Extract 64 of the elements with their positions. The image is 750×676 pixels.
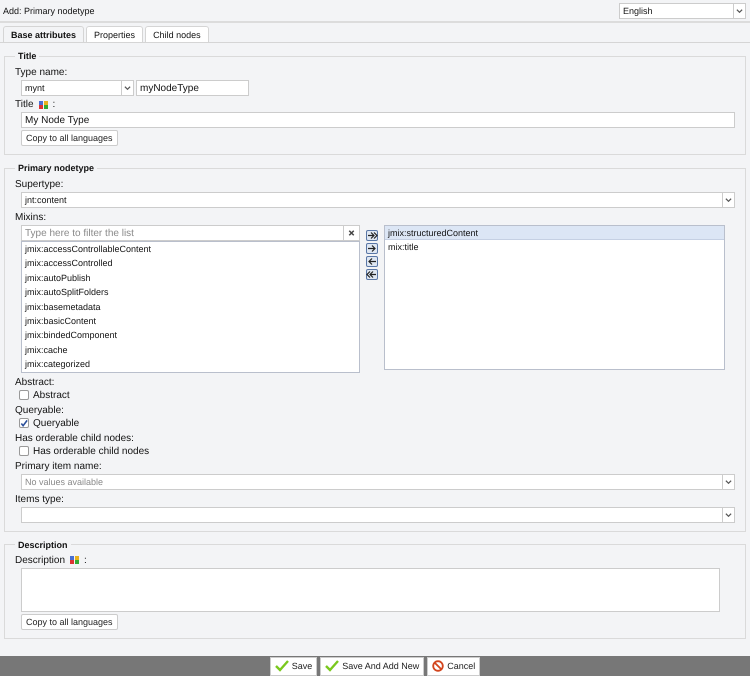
checkbox-label: Queryable xyxy=(33,418,80,429)
type-name-field[interactable]: myNodeType xyxy=(136,80,249,96)
prohibited-icon xyxy=(432,660,444,672)
footer-button[interactable]: Save And Add New xyxy=(320,656,424,676)
list-item[interactable]: jmix:accessControllableContent xyxy=(22,242,359,256)
list-item[interactable]: jmix:accessControlled xyxy=(22,256,359,271)
label-colon: : xyxy=(84,554,87,566)
caret-icon xyxy=(121,81,133,95)
caret-icon xyxy=(722,474,734,489)
field-label: Primary item name: xyxy=(15,460,103,472)
checkbox[interactable] xyxy=(19,418,29,428)
caret-icon xyxy=(722,508,734,522)
tab[interactable]: Child nodes xyxy=(145,26,209,42)
panel-legend: Description xyxy=(15,540,71,550)
list-item[interactable]: jmix:basicContent xyxy=(22,314,359,328)
check-icon xyxy=(274,660,289,672)
add-all-icon[interactable] xyxy=(366,230,378,241)
field-label: Abstract: xyxy=(15,376,56,388)
copy-languages-button[interactable]: Copy to all languages xyxy=(21,614,118,630)
remove-icon[interactable] xyxy=(366,256,378,267)
caret-icon xyxy=(733,4,745,18)
list-item[interactable]: jmix:categorized xyxy=(22,357,359,372)
checkbox-label: Abstract xyxy=(33,390,70,401)
list-item[interactable]: jmix:autoPublish xyxy=(22,270,359,286)
footer-button[interactable]: Cancel xyxy=(427,656,480,676)
panel-legend: Primary nodetype xyxy=(15,163,98,173)
tab[interactable]: Properties xyxy=(86,26,144,42)
list-item[interactable]: jmix:autoSplitFolders xyxy=(22,285,359,300)
footer-button[interactable]: Save xyxy=(270,656,318,676)
panel-legend: Title xyxy=(15,51,40,61)
caret-icon xyxy=(722,193,734,207)
primary-item-select[interactable]: No values available xyxy=(21,474,735,490)
description-field[interactable] xyxy=(21,568,720,612)
title-field[interactable]: My Node Type xyxy=(21,112,735,128)
field-label: Title xyxy=(15,99,34,110)
field-label: Items type: xyxy=(15,494,65,505)
remove-all-icon[interactable] xyxy=(366,269,378,280)
list-item[interactable]: jmix:cache xyxy=(22,342,359,358)
flag-icon xyxy=(38,100,48,108)
supertype-select[interactable]: jnt:content xyxy=(21,192,735,208)
language-select[interactable]: English xyxy=(619,2,746,18)
prefix-select[interactable]: mynt xyxy=(21,80,134,96)
check-icon xyxy=(325,660,340,672)
list-item[interactable]: jmix:bindedComponent xyxy=(22,328,359,343)
list-item[interactable]: jmix:structuredContent xyxy=(385,226,724,240)
field-label: Queryable: xyxy=(15,404,65,416)
flag-icon xyxy=(70,556,80,564)
field-label: Type name: xyxy=(15,67,68,78)
checkbox-label: Has orderable child nodes xyxy=(33,446,150,457)
add-icon[interactable] xyxy=(366,243,378,254)
field-label: Supertype: xyxy=(15,179,64,190)
filter-field[interactable]: Type here to filter the list xyxy=(21,225,344,241)
checkbox[interactable] xyxy=(19,446,29,456)
checkbox[interactable] xyxy=(19,390,29,400)
tab[interactable]: Base attributes xyxy=(3,26,84,42)
clear-icon[interactable] xyxy=(344,225,360,241)
copy-languages-button[interactable]: Copy to all languages xyxy=(21,130,118,146)
window-title: Add: Primary nodetype xyxy=(3,6,95,16)
list-item[interactable]: mix:title xyxy=(385,240,724,255)
field-label: Mixins: xyxy=(15,212,48,223)
field-label: Has orderable child nodes: xyxy=(15,432,135,444)
list-item[interactable]: jmix:basemetadata xyxy=(22,300,359,314)
field-label: Description xyxy=(15,554,66,566)
label-colon: : xyxy=(52,99,56,110)
